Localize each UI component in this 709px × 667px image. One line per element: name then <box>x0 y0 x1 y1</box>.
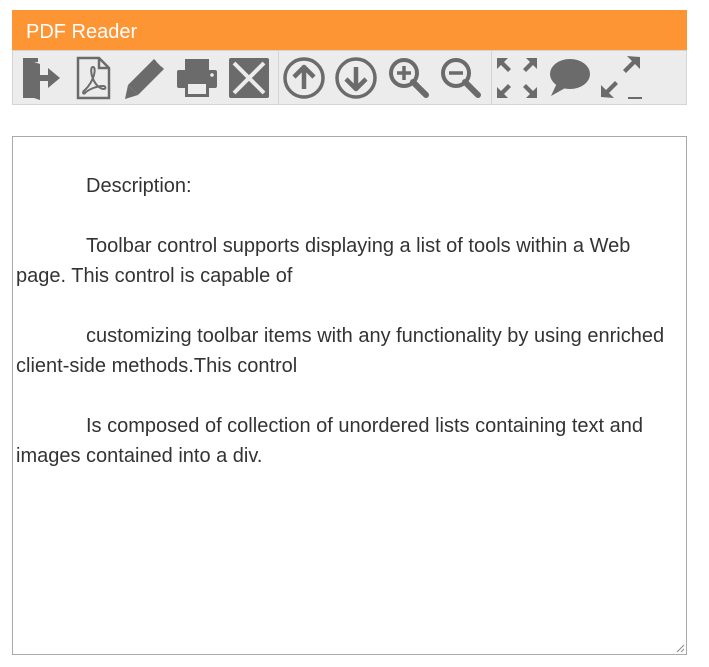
arrow-up-circle-icon <box>283 57 325 99</box>
close-icon <box>229 58 269 98</box>
toolbar-separator <box>278 51 279 104</box>
resize-grip-icon[interactable] <box>675 643 685 653</box>
fit-screen-button[interactable] <box>493 54 541 102</box>
print-button[interactable] <box>173 54 221 102</box>
pdf-button[interactable] <box>69 54 117 102</box>
edit-button[interactable] <box>121 54 169 102</box>
zoom-in-button[interactable] <box>384 54 432 102</box>
page-down-button[interactable] <box>332 54 380 102</box>
close-button[interactable] <box>225 54 273 102</box>
expand-icon <box>601 56 642 99</box>
toolbar-separator <box>491 51 492 104</box>
document-paragraph: Is composed of collection of unordered l… <box>16 415 643 467</box>
arrow-down-circle-icon <box>335 57 377 99</box>
comment-icon <box>550 59 590 96</box>
zoom-out-button[interactable] <box>436 54 484 102</box>
pdf-icon <box>76 56 111 100</box>
fullscreen-button[interactable] <box>597 54 645 102</box>
pencil-icon <box>125 59 164 99</box>
document-paragraph: Toolbar control supports displaying a li… <box>16 235 631 287</box>
comment-button[interactable] <box>545 54 593 102</box>
print-icon <box>177 59 217 97</box>
exit-icon <box>23 58 60 100</box>
toolbar <box>12 50 687 105</box>
window-title-bar: PDF Reader <box>12 10 687 50</box>
fit-screen-icon <box>497 58 537 98</box>
document-paragraph: customizing toolbar items with any funct… <box>16 325 665 377</box>
zoom-out-icon <box>441 58 481 98</box>
zoom-in-icon <box>389 58 429 98</box>
exit-button[interactable] <box>17 54 65 102</box>
description-heading: Description: <box>86 175 192 197</box>
page-up-button[interactable] <box>280 54 328 102</box>
document-text-area[interactable]: Description: Toolbar control supports di… <box>12 136 687 655</box>
window-title: PDF Reader <box>26 21 138 43</box>
